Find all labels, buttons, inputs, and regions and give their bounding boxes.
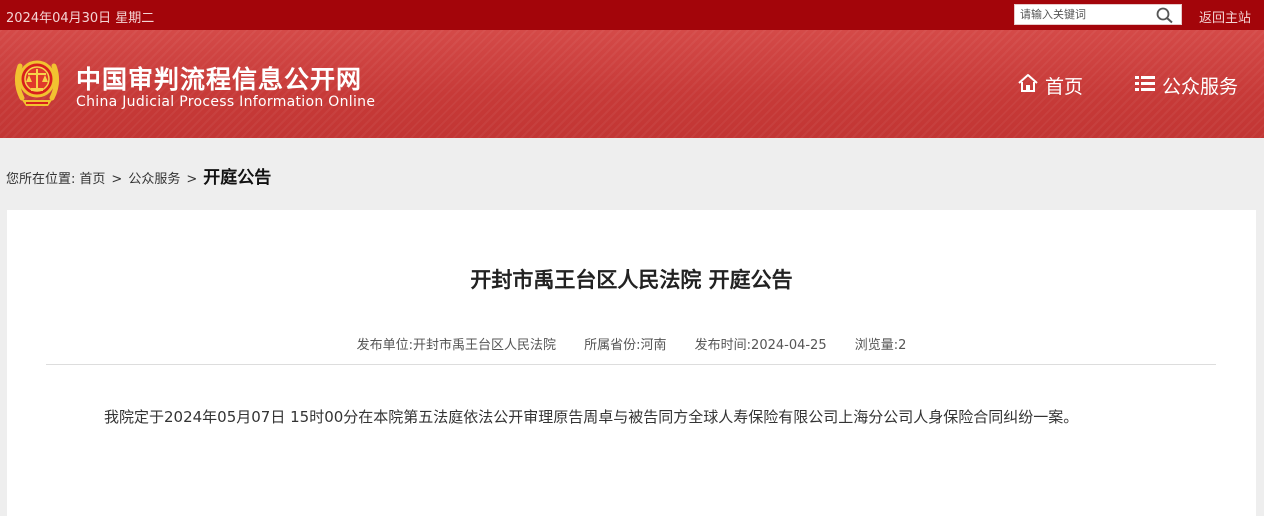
breadcrumb: 您所在位置: 首页 > 公众服务 > 开庭公告 <box>6 163 271 188</box>
notice-body: 我院定于2024年05月07日 15时00分在本院第五法庭依法公开审理原告周卓与… <box>104 408 1079 426</box>
site-subtitle: China Judicial Process Information Onlin… <box>76 94 376 110</box>
nav-public-service[interactable]: 公众服务 <box>1134 72 1238 99</box>
divider <box>46 364 1216 365</box>
current-date: 2024年04月30日 星期二 <box>6 11 155 26</box>
breadcrumb-prefix: 您所在位置: <box>6 172 76 187</box>
meta-publisher: 发布单位:开封市禹王台区人民法院 <box>356 338 556 353</box>
meta-views: 浏览量:2 <box>854 338 907 353</box>
breadcrumb-public-service-link[interactable]: 公众服务 <box>128 168 180 187</box>
search-box <box>1014 4 1182 25</box>
meta-province: 所属省份:河南 <box>584 338 667 353</box>
breadcrumb-home-link[interactable]: 首页 <box>79 168 105 187</box>
home-icon <box>1017 73 1045 98</box>
return-main-site-link[interactable]: 返回主站 <box>1199 7 1251 26</box>
notice-title: 开封市禹王台区人民法院 开庭公告 <box>470 268 793 292</box>
nav-public-service-label: 公众服务 <box>1162 76 1239 98</box>
nav-home[interactable]: 首页 <box>1017 72 1083 99</box>
breadcrumb-separator: > <box>186 172 198 187</box>
search-icon[interactable] <box>1155 6 1175 24</box>
court-emblem-icon[interactable] <box>12 52 62 110</box>
list-icon <box>1134 73 1162 98</box>
top-bar: 2024年04月30日 星期二 返回主站 <box>0 0 1264 30</box>
search-input[interactable] <box>1015 5 1153 24</box>
site-title: 中国审判流程信息公开网 <box>76 65 363 94</box>
publisher-value: 开封市禹王台区人民法院 <box>412 338 556 353</box>
nav-home-label: 首页 <box>1045 76 1084 98</box>
notice-card: 开封市禹王台区人民法院 开庭公告 发布单位:开封市禹王台区人民法院 所属省份:河… <box>7 210 1256 516</box>
breadcrumb-current: 开庭公告 <box>203 168 272 188</box>
breadcrumb-separator: > <box>111 172 123 187</box>
province-value: 河南 <box>640 338 667 353</box>
notice-meta: 发布单位:开封市禹王台区人民法院 所属省份:河南 发布时间:2024-04-25… <box>7 334 1256 353</box>
views-value: 2 <box>898 338 907 353</box>
meta-date: 发布时间:2024-04-25 <box>694 338 827 353</box>
date-value: 2024-04-25 <box>751 338 827 353</box>
site-banner: 中国审判流程信息公开网 China Judicial Process Infor… <box>0 30 1264 138</box>
